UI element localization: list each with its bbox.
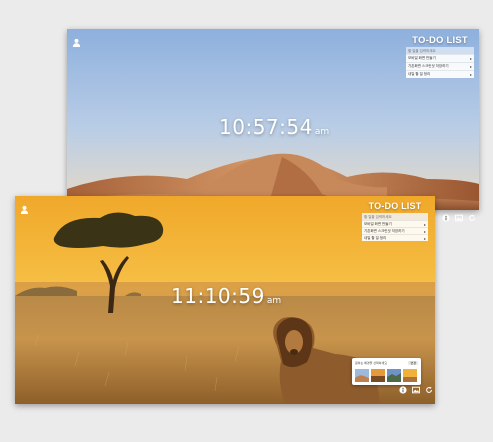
user-icon[interactable] [72, 38, 81, 47]
refresh-icon[interactable] [425, 386, 433, 394]
info-icon[interactable] [442, 214, 450, 222]
todo-item-text: 모바일 화면 만들기 [408, 56, 436, 60]
thumbnail-desert[interactable] [355, 369, 369, 382]
todo-item[interactable]: 내일 할 일 정리 ▸ [362, 234, 428, 241]
popup-title: 원하는 배경을 선택하세요 [355, 361, 388, 365]
todo-item[interactable]: 모바일 화면 만들기 ▸ [362, 220, 428, 227]
todo-title: TO-DO LIST [368, 201, 422, 211]
clock-ampm: am [266, 296, 282, 306]
todo-item-text: 기존화면 스크린샷 저장하기 [408, 64, 449, 68]
bottom-actions [399, 386, 433, 394]
image-icon[interactable] [455, 214, 463, 222]
todo-input[interactable] [406, 47, 474, 54]
thumbnail-savanna[interactable] [403, 369, 417, 382]
clock-display: 11:10:59 am [171, 284, 281, 308]
clock-display: 10:57:54 am [219, 115, 329, 139]
caret-right-icon[interactable]: ▸ [424, 222, 426, 227]
todo-widget: TO-DO LIST 모바일 화면 만들기 ▸ 기존화면 스크린샷 저장하기 ▸… [362, 200, 428, 241]
todo-item[interactable]: 기존화면 스크린샷 저장하기 ▸ [406, 62, 474, 70]
background-thumbnails [355, 369, 418, 382]
background-picker-popup: 원하는 배경을 선택하세요 변경 [352, 358, 421, 385]
caret-right-icon[interactable]: ▸ [424, 229, 426, 234]
todo-item[interactable]: 모바일 화면 만들기 ▸ [406, 54, 474, 62]
info-icon[interactable] [399, 386, 407, 394]
clock-time: 11:10:59 [171, 284, 265, 308]
user-icon[interactable] [20, 205, 29, 214]
clock-time: 10:57:54 [219, 115, 313, 139]
todo-item-text: 기존화면 스크린샷 저장하기 [364, 228, 405, 233]
todo-item[interactable]: 기존화면 스크린샷 저장하기 ▸ [362, 227, 428, 234]
todo-title: TO-DO LIST [412, 35, 468, 46]
todo-toolbar-icons [442, 214, 476, 222]
refresh-icon[interactable] [468, 214, 476, 222]
caret-right-icon[interactable]: ▸ [470, 56, 472, 61]
thumbnail-sunset[interactable] [371, 369, 385, 382]
thumbnail-sky[interactable] [387, 369, 401, 382]
todo-item-text: 내일 할 일 정리 [364, 235, 387, 240]
todo-input[interactable] [362, 213, 428, 220]
desktop-screen-savanna: 11:10:59am TO-DO LIST 모바일 화면 만들기 ▸ 기존화면 … [15, 196, 435, 404]
todo-item-text: 모바일 화면 만들기 [364, 221, 392, 226]
caret-right-icon[interactable]: ▸ [470, 72, 472, 77]
todo-item[interactable]: 내일 할 일 정리 ▸ [406, 70, 474, 78]
caret-right-icon[interactable]: ▸ [424, 236, 426, 241]
image-icon[interactable] [412, 386, 420, 394]
todo-item-text: 내일 할 일 정리 [408, 72, 431, 76]
desktop-screen-desert: 10:57:54am TO-DO LIST 모바일 화면 만들기 ▸ 기존화면 … [67, 29, 479, 210]
caret-right-icon[interactable]: ▸ [470, 64, 472, 69]
change-background-button[interactable]: 변경 [408, 361, 418, 365]
clock-ampm: am [314, 127, 330, 137]
todo-widget: TO-DO LIST 모바일 화면 만들기 ▸ 기존화면 스크린샷 저장하기 ▸… [406, 34, 474, 78]
